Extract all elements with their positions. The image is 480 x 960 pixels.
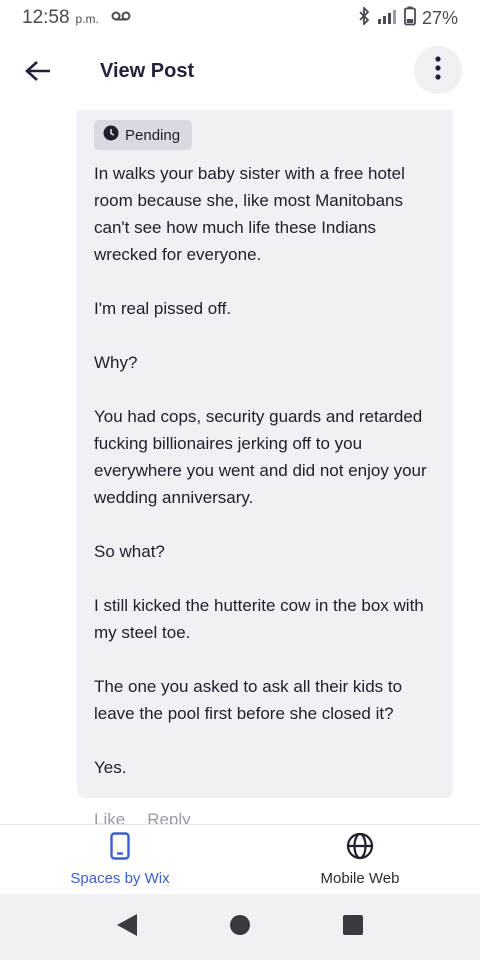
battery-percent: 27%	[421, 7, 458, 28]
post-actions: Like Reply	[94, 810, 191, 824]
post-paragraph: Yes.	[94, 758, 127, 777]
nav-spaces-by-wix[interactable]: Spaces by Wix	[0, 825, 240, 894]
back-arrow-icon	[25, 60, 51, 87]
post-paragraph: I still kicked the hutterite cow in the …	[94, 596, 424, 642]
status-left: 12:58 p.m.	[22, 7, 131, 29]
bottom-navigation: Spaces by Wix Mobile Web	[0, 824, 480, 894]
battery-icon	[404, 6, 416, 31]
status-right: 27%	[358, 5, 458, 31]
globe-icon	[346, 832, 374, 865]
status-bar: 12:58 p.m. 27%	[0, 0, 480, 36]
like-button[interactable]: Like	[94, 810, 125, 824]
more-options-button[interactable]	[414, 46, 462, 94]
back-button[interactable]	[18, 53, 58, 93]
reply-button[interactable]: Reply	[147, 810, 190, 824]
status-badge-label: Pending	[125, 126, 181, 144]
system-home-button[interactable]	[220, 907, 260, 947]
system-navigation-bar	[0, 894, 480, 960]
nav-label: Spaces by Wix	[70, 870, 170, 887]
post-paragraph: In walks your baby sister with a free ho…	[94, 164, 405, 264]
more-vertical-icon	[435, 55, 441, 85]
status-badge: Pending	[94, 120, 193, 150]
bluetooth-icon	[358, 5, 370, 30]
system-recents-button[interactable]	[333, 907, 373, 947]
phone-icon	[110, 832, 130, 865]
page-title: View Post	[100, 60, 195, 82]
nav-mobile-web[interactable]: Mobile Web	[240, 825, 480, 894]
triangle-back-icon	[116, 913, 138, 942]
status-time: 12:58	[22, 7, 70, 28]
status-ampm: p.m.	[75, 12, 99, 26]
post-paragraph: I'm real pissed off.	[94, 299, 232, 318]
clock-icon	[103, 125, 119, 145]
lte-signal-icon	[376, 6, 398, 31]
post-body: In walks your baby sister with a free ho…	[94, 160, 436, 781]
system-back-button[interactable]	[107, 907, 147, 947]
post-paragraph: Why?	[94, 353, 138, 372]
circle-home-icon	[229, 914, 251, 941]
app-header: View Post	[0, 36, 480, 110]
post-paragraph: The one you asked to ask all their kids …	[94, 677, 403, 723]
post-paragraph: You had cops, security guards and retard…	[94, 407, 427, 507]
square-recents-icon	[342, 914, 364, 941]
screen: 12:58 p.m. 27% View Post Pending In walk…	[0, 0, 480, 960]
voicemail-icon	[111, 9, 131, 27]
post-paragraph: So what?	[94, 542, 165, 561]
nav-label: Mobile Web	[320, 870, 400, 887]
post-card: Pending In walks your baby sister with a…	[77, 110, 453, 798]
